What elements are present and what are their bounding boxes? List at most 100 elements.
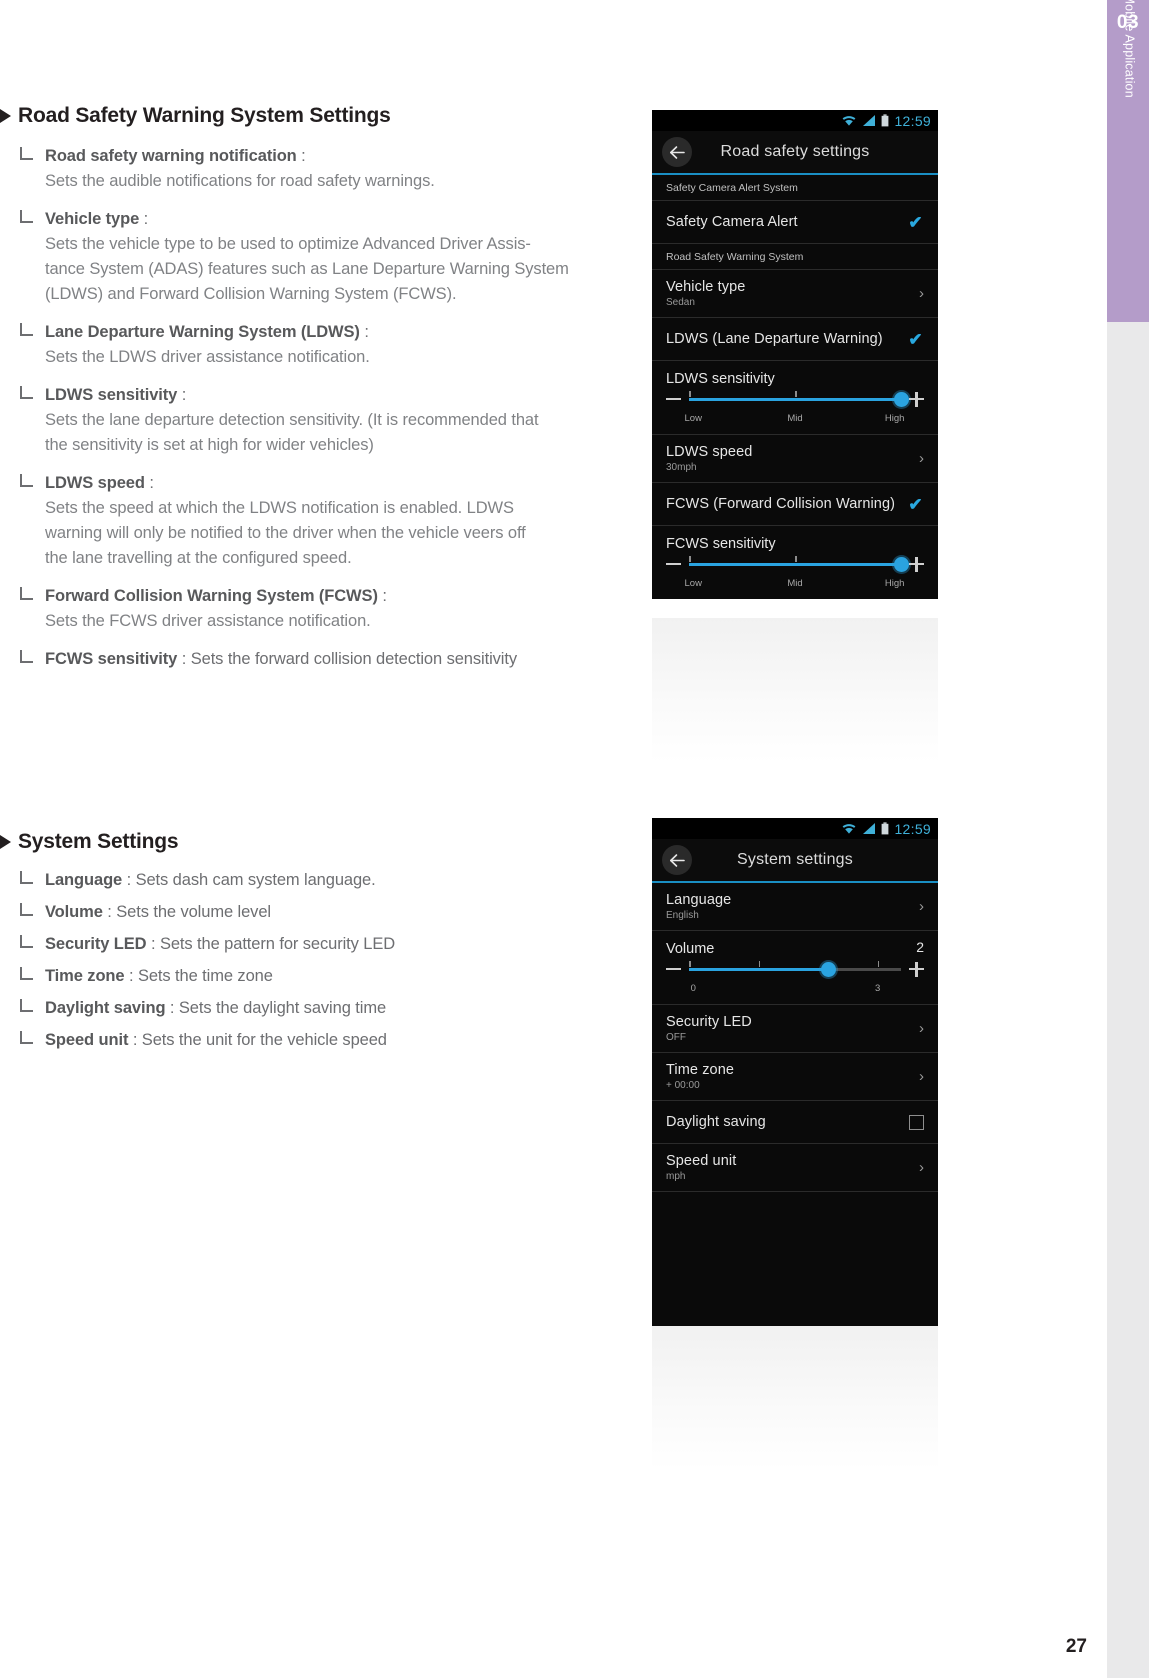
slider-tick xyxy=(795,556,797,562)
chapter-label: Mobile Application xyxy=(1122,0,1137,98)
item-inline-desc: Sets the unit for the vehicle speed xyxy=(141,1031,387,1049)
elbow-bullet-icon xyxy=(20,474,33,487)
checkbox-checked-icon[interactable]: ✔ xyxy=(907,496,924,513)
item-separator: : xyxy=(359,323,369,341)
row-title: FCWS (Forward Collision Warning) xyxy=(666,496,896,512)
row-text: Vehicle type Sedan xyxy=(666,279,745,308)
row-speed-unit[interactable]: Speed unit mph › xyxy=(652,1144,938,1192)
row-text: Safety Camera Alert xyxy=(666,214,798,230)
row-text: LDWS speed 30mph xyxy=(666,444,752,473)
row-text: FCWS (Forward Collision Warning) xyxy=(666,496,895,512)
item-term-line: FCWS sensitivity : Sets the forward coll… xyxy=(45,647,650,672)
row-security-led[interactable]: Security LED OFF › xyxy=(652,1005,938,1053)
item-separator: : xyxy=(377,587,387,605)
slider-track[interactable] xyxy=(689,554,909,574)
chapter-side-tab: 03 Mobile Application xyxy=(1107,0,1149,1678)
slider-scale-mid: Mid xyxy=(787,413,803,424)
slider-fcws-sensitivity: FCWS sensitivity Low Mid High xyxy=(652,526,938,599)
slider-row xyxy=(666,554,924,574)
item-inline-desc: Sets dash cam system language. xyxy=(135,871,376,889)
item-separator: : xyxy=(124,967,138,985)
back-arrow-icon xyxy=(669,145,685,159)
slider-knob[interactable] xyxy=(893,557,909,572)
row-title: LDWS speed xyxy=(666,444,753,460)
minus-icon[interactable] xyxy=(666,397,681,401)
row-title: Time zone xyxy=(666,1062,735,1078)
item-term: LDWS speed xyxy=(45,474,145,492)
row-safety-camera-alert[interactable]: Safety Camera Alert ✔ xyxy=(652,201,938,244)
app-bar: Road safety settings xyxy=(652,131,938,175)
slider-ldws-sensitivity: LDWS sensitivity Low Mid High xyxy=(652,361,938,435)
item-term-line: Security LED : Sets the pattern for secu… xyxy=(45,932,650,957)
row-title: Safety Camera Alert xyxy=(666,214,798,230)
signal-icon xyxy=(863,823,876,834)
item-term-line: Volume : Sets the volume level xyxy=(45,900,650,925)
slider-scale: 0 3 xyxy=(689,979,901,996)
item-term-line: Daylight saving : Sets the daylight savi… xyxy=(45,996,650,1021)
slider-label: FCWS sensitivity xyxy=(666,536,776,552)
slider-scale-high: High xyxy=(884,578,905,589)
row-language[interactable]: Language English › xyxy=(652,883,938,931)
back-button[interactable] xyxy=(662,845,692,875)
list-item: Volume : Sets the volume level xyxy=(0,900,650,925)
minus-icon[interactable] xyxy=(666,562,681,566)
checkbox-unchecked-icon[interactable] xyxy=(909,1114,924,1130)
slider-scale: Low Mid High xyxy=(685,409,905,426)
slider-knob[interactable] xyxy=(893,392,909,407)
checkbox-checked-icon[interactable]: ✔ xyxy=(907,331,924,348)
slider-row xyxy=(666,959,924,979)
slider-track[interactable] xyxy=(689,959,901,979)
chevron-right-icon: › xyxy=(919,285,924,302)
checkbox-checked-icon[interactable]: ✔ xyxy=(907,214,924,231)
wifi-icon xyxy=(843,824,856,834)
back-button[interactable] xyxy=(662,137,692,167)
row-vehicle-type[interactable]: Vehicle type Sedan › xyxy=(652,270,938,318)
item-inline-desc: Sets the pattern for security LED xyxy=(159,935,396,953)
row-title: Security LED xyxy=(666,1014,752,1030)
slider-scale-max: 3 xyxy=(875,983,881,994)
item-desc-line: Sets the lane departure detection sensit… xyxy=(45,411,539,429)
list-item: Road safety warning notification : Sets … xyxy=(0,144,650,194)
row-text: Security LED OFF xyxy=(666,1014,752,1043)
section-system-settings: System Settings Language : Sets dash cam… xyxy=(0,830,650,1053)
row-ldws-speed[interactable]: LDWS speed 30mph › xyxy=(652,435,938,483)
item-term: Forward Collision Warning System (FCWS) xyxy=(45,587,378,605)
row-time-zone[interactable]: Time zone + 00:00 › xyxy=(652,1053,938,1101)
item-term-line: LDWS speed : xyxy=(45,471,650,496)
elbow-bullet-icon xyxy=(20,587,33,600)
elbow-bullet-icon xyxy=(20,935,33,948)
item-separator: : xyxy=(177,650,191,668)
elbow-bullet-icon xyxy=(20,999,33,1012)
group-header-safety-camera: Safety Camera Alert System xyxy=(652,175,938,201)
plus-icon[interactable] xyxy=(909,391,924,407)
battery-icon xyxy=(882,822,889,835)
slider-label: Volume xyxy=(666,941,715,957)
list-item: Daylight saving : Sets the daylight savi… xyxy=(0,996,650,1021)
row-subtitle: + 00:00 xyxy=(666,1080,700,1091)
signal-icon xyxy=(863,115,876,126)
row-subtitle: English xyxy=(666,910,699,921)
slider-scale: Low Mid High xyxy=(685,574,905,591)
plus-icon[interactable] xyxy=(909,556,924,572)
slider-scale-high: High xyxy=(884,413,905,424)
item-desc-line: Sets the FCWS driver assistance notifica… xyxy=(45,612,371,630)
section-heading-text: System Settings xyxy=(18,830,179,853)
item-term: Security LED xyxy=(45,935,147,953)
status-bar: 12:59 xyxy=(652,110,938,131)
slider-track[interactable] xyxy=(689,389,909,409)
row-daylight-saving[interactable]: Daylight saving xyxy=(652,1101,938,1144)
minus-icon[interactable] xyxy=(666,967,681,971)
row-text: Speed unit mph xyxy=(666,1153,736,1182)
row-ldws[interactable]: LDWS (Lane Departure Warning) ✔ xyxy=(652,318,938,361)
triangle-bullet-icon xyxy=(0,835,11,849)
item-desc-line: the lane travelling at the configured sp… xyxy=(45,549,352,567)
status-bar-time: 12:59 xyxy=(894,820,931,837)
plus-icon[interactable] xyxy=(909,961,924,977)
item-desc-line: (LDWS) and Forward Collision Warning Sys… xyxy=(45,285,457,303)
row-fcws[interactable]: FCWS (Forward Collision Warning) ✔ xyxy=(652,483,938,526)
row-title: Vehicle type xyxy=(666,279,746,295)
slider-knob[interactable] xyxy=(821,962,837,977)
row-text: Time zone + 00:00 xyxy=(666,1062,734,1091)
status-bar: 12:59 xyxy=(652,818,938,839)
row-subtitle: mph xyxy=(666,1171,686,1182)
